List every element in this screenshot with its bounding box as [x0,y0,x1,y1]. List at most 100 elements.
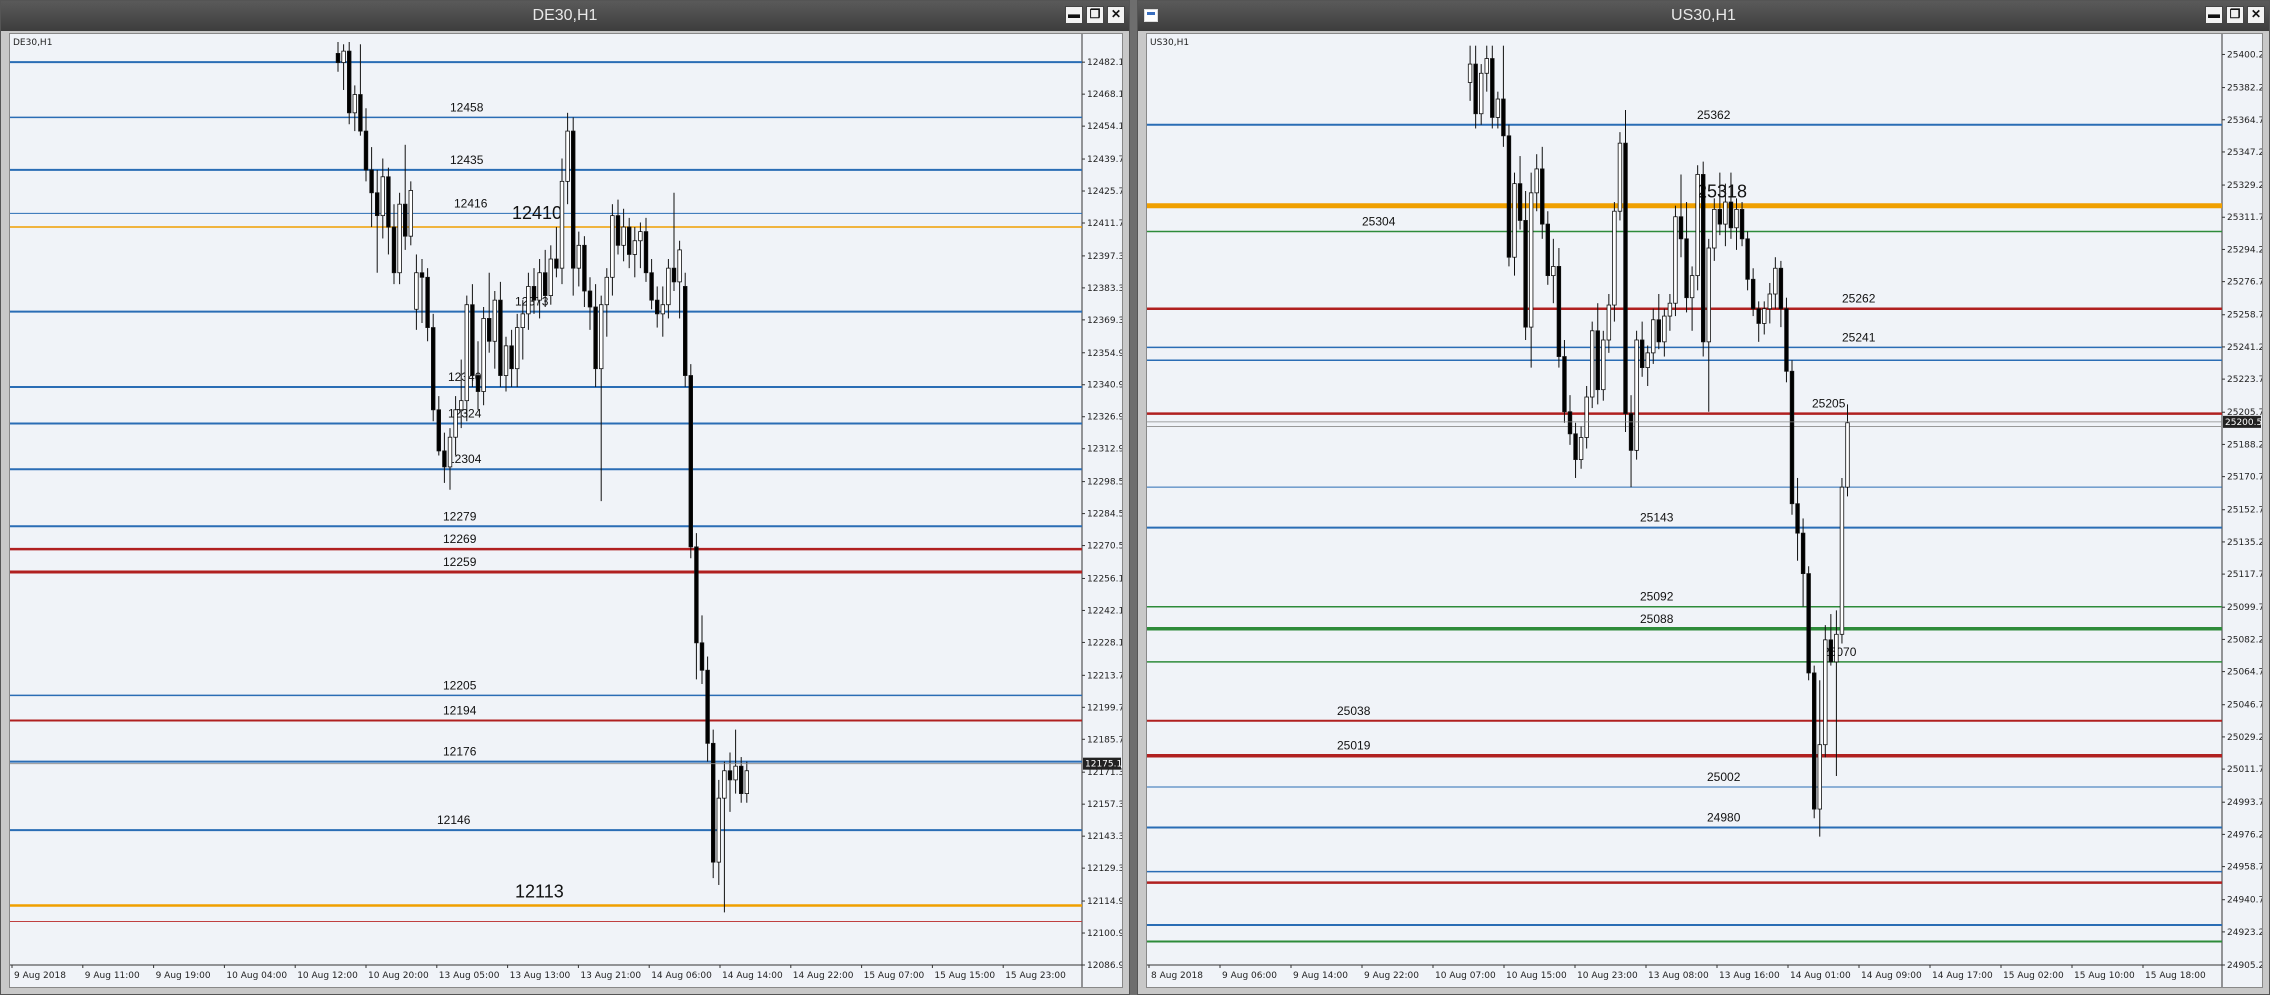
candle [604,268,609,337]
candle [425,268,430,342]
close-button[interactable]: ✕ [1107,6,1125,24]
candle [705,656,710,762]
price-tick-label: 12129.37 [1087,864,1122,874]
price-tick-label: 25117.73 [2227,570,2262,580]
us30-chart-window[interactable]: US30,H1 ▬ ❐ ✕ US30,H1 25400.2325382.2325… [1137,0,2270,995]
candle-body [632,240,637,255]
de30-chart-window[interactable]: DE30,H1 ▬ ❐ ✕ DE30,H1 12482.1712468.1712… [0,0,1130,995]
candle [1617,132,1623,221]
candle-body [1589,330,1595,398]
candle [358,44,363,136]
price-tick-label: 24976.23 [2227,830,2262,840]
time-tick-label: 9 Aug 19:00 [156,971,211,981]
candle-body [1806,573,1811,674]
level-label: 25362 [1697,108,1731,122]
price-tick-label: 12086.97 [1087,961,1122,971]
candle [430,313,436,422]
candle-body [1606,304,1612,341]
candle-body [475,375,481,392]
candle-body [346,50,352,114]
candle-body [1562,356,1567,413]
price-tick-label: 25294.23 [2227,245,2262,255]
candle-body [1651,319,1656,354]
price-tick-label: 25135.23 [2227,538,2262,548]
price-tick-label: 12100.97 [1087,929,1122,939]
candle [397,192,402,285]
candle [1656,294,1661,350]
minimize-button[interactable]: ▬ [1065,6,1083,24]
price-tick-label: 24923.23 [2227,928,2262,938]
price-tick-label: 25029.23 [2227,733,2262,743]
candle-body [1551,266,1556,277]
candle [1495,91,1501,129]
candle-body [1756,308,1761,324]
candle-body [453,409,458,438]
price-tick-label: 25099.73 [2227,603,2262,613]
current-price-label: 25200.50 [2225,418,2262,428]
candle [632,227,637,278]
candle [386,167,391,255]
candle [486,272,492,353]
candle [402,144,408,250]
time-tick-label: 15 Aug 18:00 [2145,971,2206,981]
candle-body [1573,433,1578,460]
candle-body [543,272,548,296]
candle-body [716,797,721,863]
price-chart[interactable]: DE30,H1 12482.1712468.1712454.1712439.77… [9,33,1123,988]
candle-body [688,375,693,548]
price-tick-label: 24993.73 [2227,798,2262,808]
candle-body [699,642,705,671]
candle [1517,156,1523,230]
price-chart[interactable]: US30,H1 25400.2325382.2325364.7325347.23… [1146,33,2263,988]
candle [711,729,716,879]
price-tick-label: 25170.73 [2227,473,2262,483]
candle-body [397,203,402,274]
candle-body [425,276,430,328]
candle [341,44,346,90]
candle [1706,238,1711,412]
time-tick-label: 10 Aug 04:00 [226,971,287,981]
price-tick-label: 12185.77 [1087,735,1122,745]
titlebar[interactable]: US30,H1 ▬ ❐ ✕ [1138,1,2269,31]
time-tick-label: 14 Aug 14:00 [722,971,783,981]
price-tick-label: 12270.57 [1087,542,1122,552]
candle-body [627,226,632,255]
candle [369,147,374,228]
level-label: 12259 [443,555,477,569]
candle [1545,211,1550,285]
price-tick-label: 12340.97 [1087,381,1122,391]
time-tick-label: 13 Aug 13:00 [510,971,571,981]
price-tick-label: 12411.77 [1087,219,1122,229]
restore-button[interactable]: ❐ [1086,6,1104,24]
candle [514,313,520,387]
candle-body [436,409,441,452]
candle-body [1567,411,1573,435]
candle-body [414,272,419,310]
restore-button[interactable]: ❐ [2226,6,2244,24]
candle [1634,330,1639,460]
level-label: 12304 [448,452,482,466]
candle [1745,231,1750,291]
price-tick-label: 12143.37 [1087,832,1122,842]
candle-body [1695,174,1700,277]
titlebar[interactable]: DE30,H1 ▬ ❐ ✕ [1,1,1129,31]
time-tick-label: 15 Aug 10:00 [2074,971,2135,981]
candle-body [464,304,469,402]
candle-body [1501,98,1506,137]
candle-body [1706,247,1711,343]
candle-body [1639,339,1645,368]
time-tick-label: 14 Aug 09:00 [1861,971,1922,981]
candle-body [1601,339,1606,391]
candle-body [352,94,357,114]
candle-body [1823,639,1828,746]
candle [1540,146,1545,239]
candle [1567,395,1573,445]
candle [419,259,425,323]
minimize-button[interactable]: ▬ [2205,6,2223,24]
candle-body [358,94,363,132]
close-button[interactable]: ✕ [2247,6,2265,24]
candle [1834,610,1839,776]
candle [554,227,559,278]
candle-body [683,286,688,376]
level-label: 12458 [450,100,484,114]
